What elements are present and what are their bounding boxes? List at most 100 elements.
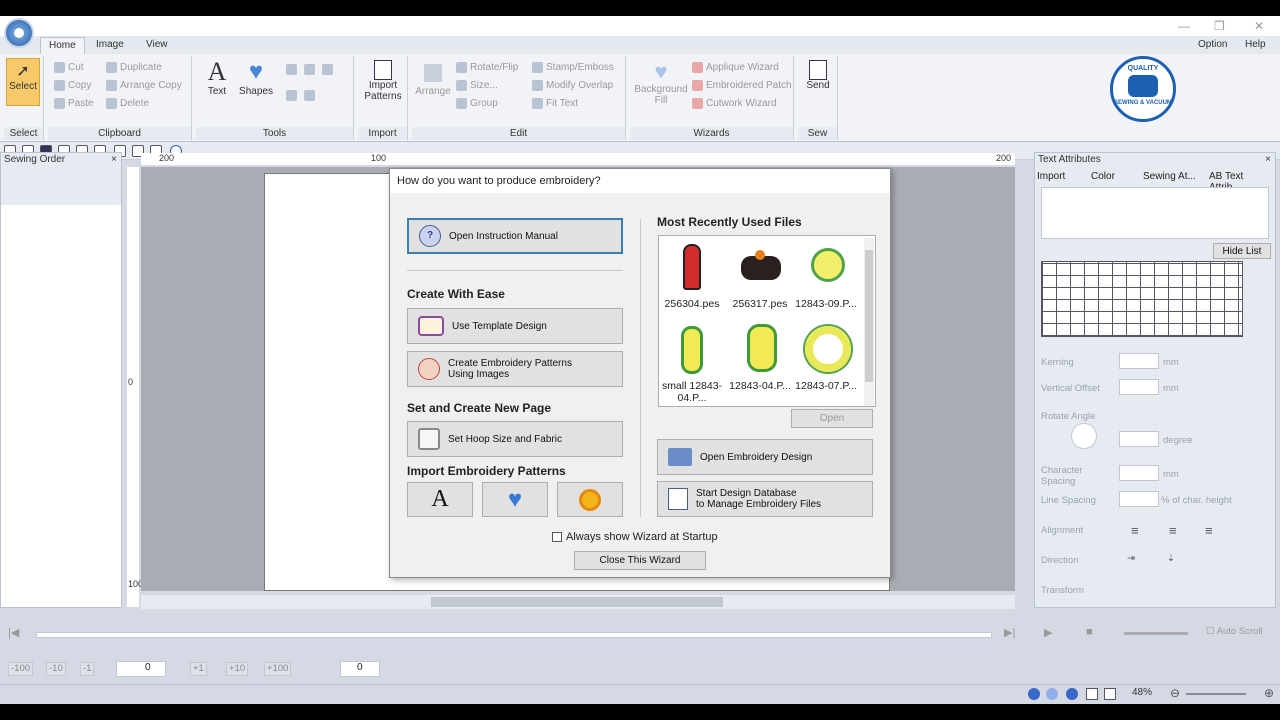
open-file-button[interactable]: Open [791, 409, 873, 428]
tab-image[interactable]: Image [88, 37, 132, 54]
zoom-slider[interactable] [1186, 693, 1246, 695]
open-embroidery-design-button[interactable]: Open Embroidery Design [657, 439, 873, 475]
speed-slider[interactable] [1124, 632, 1188, 635]
mru-file-5[interactable]: 12843-04.P... [727, 322, 793, 392]
stitch-counter-input[interactable]: 0 [116, 661, 166, 677]
text-tool-button[interactable]: A Text [200, 58, 234, 98]
design-database-button[interactable]: Start Design Database to Manage Embroide… [657, 481, 873, 517]
set-hoop-button[interactable]: Set Hoop Size and Fabric [407, 421, 623, 457]
stop-icon[interactable]: ■ [1086, 626, 1093, 638]
size-button[interactable]: Size... [456, 80, 498, 91]
close-wizard-button[interactable]: Close This Wizard [574, 551, 706, 570]
mru-scroll-thumb[interactable] [865, 250, 873, 382]
stamp-emboss-button[interactable]: Stamp/Emboss [532, 62, 614, 73]
close-panel-icon[interactable]: × [1265, 154, 1271, 165]
send-button[interactable]: Send [800, 60, 836, 91]
background-fill-button[interactable]: ♥ Background Fill [632, 60, 690, 107]
panel-tab-sewing-attributes[interactable]: Sewing At... [1143, 171, 1196, 182]
scroll-thumb[interactable] [431, 597, 723, 607]
stitch-back-1-button[interactable]: -1 [80, 662, 95, 676]
measure-icon[interactable] [304, 90, 315, 101]
skip-start-icon[interactable]: |◀ [8, 626, 24, 640]
mru-file-4[interactable]: small 12843-04.P... [659, 322, 725, 404]
char-spacing-input[interactable] [1119, 465, 1159, 481]
fit-text-button[interactable]: Fit Text [532, 98, 578, 109]
shapes-tool-button[interactable]: ♥ Shapes [236, 58, 276, 97]
zoom-out-icon[interactable] [304, 64, 315, 75]
close-window-icon[interactable]: ✕ [1254, 19, 1264, 33]
panel-tab-color[interactable]: Color [1091, 171, 1115, 182]
import-patterns-button[interactable]: Import Patterns [362, 60, 404, 102]
horizontal-direction-icon[interactable]: ⇥ [1127, 553, 1135, 564]
application-menu-button[interactable] [4, 18, 34, 48]
hide-list-button[interactable]: Hide List [1213, 243, 1271, 259]
rotate-dial[interactable] [1071, 423, 1097, 449]
view-mode-icon-1[interactable] [1028, 688, 1040, 700]
cutwork-wizard-button[interactable]: Cutwork Wizard [692, 98, 777, 109]
vertical-offset-input[interactable] [1119, 379, 1159, 395]
checkbox-box[interactable] [552, 532, 562, 543]
zoom-out-icon[interactable]: ⊖ [1170, 686, 1180, 700]
embroidered-patch-button[interactable]: Embroidered Patch [692, 80, 792, 91]
stitch-forward-1-button[interactable]: +1 [190, 662, 207, 676]
create-from-images-button[interactable]: Create Embroidery Patterns Using Images [407, 351, 623, 387]
align-center-icon[interactable]: ≡ [1169, 523, 1177, 538]
minimize-icon[interactable]: — [1178, 19, 1190, 33]
mru-scrollbar[interactable] [864, 238, 874, 406]
group-button[interactable]: Group [456, 98, 498, 109]
zoom-fit-icon[interactable] [322, 64, 333, 75]
rotate-flip-button[interactable]: Rotate/Flip [456, 62, 518, 73]
align-right-icon[interactable]: ≡ [1205, 523, 1213, 538]
always-show-checkbox[interactable]: Always show Wizard at Startup [552, 531, 718, 543]
restore-icon[interactable]: ❐ [1214, 19, 1225, 33]
use-template-button[interactable]: Use Template Design [407, 308, 623, 344]
line-spacing-input[interactable] [1119, 491, 1159, 507]
delete-button[interactable]: Delete [106, 98, 149, 109]
stitch-back-10-button[interactable]: -10 [46, 662, 66, 676]
align-left-icon[interactable]: ≡ [1131, 523, 1139, 538]
tab-view[interactable]: View [138, 37, 176, 54]
panel-tab-import[interactable]: Import [1037, 171, 1065, 182]
grid-view-icon[interactable] [1086, 688, 1098, 700]
zoom-in-icon[interactable] [286, 64, 297, 75]
applique-wizard-button[interactable]: Applique Wizard [692, 62, 779, 73]
pan-hand-icon[interactable] [286, 90, 297, 101]
stitch-forward-10-button[interactable]: +10 [226, 662, 249, 676]
modify-overlap-button[interactable]: Modify Overlap [532, 80, 613, 91]
help-menu[interactable]: Help [1237, 37, 1274, 54]
horizontal-scrollbar[interactable] [141, 595, 1015, 609]
import-design-button[interactable] [557, 482, 623, 517]
tab-home[interactable]: Home [40, 37, 85, 54]
arrange-copy-button[interactable]: Arrange Copy [106, 80, 182, 91]
import-shape-button[interactable]: ♥ [482, 482, 548, 517]
font-grid-list[interactable] [1041, 261, 1243, 337]
layout-view-icon[interactable] [1104, 688, 1116, 700]
arrange-button[interactable]: Arrange [414, 64, 452, 97]
mru-file-1[interactable]: 256304.pes [659, 240, 725, 310]
vertical-direction-icon[interactable]: ⇣ [1167, 553, 1175, 564]
mru-file-2[interactable]: 256317.pes [727, 240, 793, 310]
color-counter-input[interactable]: 0 [340, 661, 380, 677]
duplicate-button[interactable]: Duplicate [106, 62, 162, 73]
cut-button[interactable]: Cut [54, 62, 84, 73]
mru-file-3[interactable]: 12843-09.P... [793, 240, 859, 310]
paste-button[interactable]: Paste [54, 98, 94, 109]
view-mode-icon-3[interactable] [1066, 688, 1078, 700]
close-panel-icon[interactable]: × [111, 154, 117, 165]
kerning-input[interactable] [1119, 353, 1159, 369]
zoom-in-icon[interactable]: ⊕ [1264, 686, 1274, 700]
skip-end-icon[interactable]: ▶| [1004, 626, 1020, 640]
stitch-forward-100-button[interactable]: +100 [264, 662, 292, 676]
import-letter-button[interactable]: A [407, 482, 473, 517]
select-button[interactable]: ➚ Select [6, 58, 40, 106]
option-menu[interactable]: Option [1190, 37, 1235, 54]
auto-scroll-checkbox[interactable]: ☐ Auto Scroll [1206, 626, 1263, 637]
play-icon[interactable]: ▶ [1044, 626, 1052, 639]
copy-button[interactable]: Copy [54, 80, 91, 91]
open-manual-button[interactable]: ? Open Instruction Manual [407, 218, 623, 254]
mru-file-6[interactable]: 12843-07.P... [793, 322, 859, 392]
sewing-progress-slider[interactable] [36, 632, 992, 638]
stitch-back-100-button[interactable]: -100 [8, 662, 34, 676]
rotate-angle-input[interactable] [1119, 431, 1159, 447]
view-mode-icon-2[interactable] [1046, 688, 1058, 700]
